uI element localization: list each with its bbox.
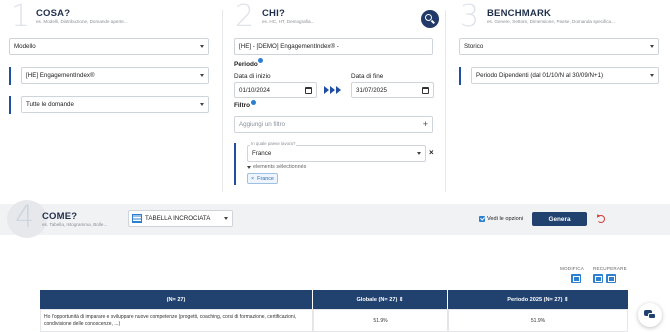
chevron-down-icon: [200, 45, 204, 48]
accent-bar: [459, 67, 461, 85]
table-icon: [132, 214, 142, 223]
chip-label: France: [257, 175, 274, 182]
start-date-input[interactable]: 01/10/2024: [234, 82, 317, 98]
table-cell-global: 51.9%: [313, 309, 448, 332]
calendar-icon[interactable]: [305, 87, 312, 94]
step-subtitle-chi: es. HC, HT, Demografia...: [262, 19, 315, 24]
population-select[interactable]: [HE] - [DEMO] EngagementIndex® -: [234, 38, 433, 55]
step-number-2: 2: [235, 0, 255, 34]
plus-icon[interactable]: +: [423, 119, 428, 129]
column-divider: [445, 10, 446, 192]
table-cell-period: 51.9%: [448, 309, 628, 332]
arrow-right-icon: [330, 86, 335, 94]
step-subtitle-cosa: es. Modelli, Distribuzione, Domande aper…: [36, 19, 128, 24]
start-date-value: 01/10/2024: [239, 86, 270, 94]
step-title-chi: CHI?: [262, 8, 285, 19]
options-checkbox[interactable]: [479, 216, 485, 222]
end-date-input[interactable]: 31/07/2025: [351, 82, 434, 98]
edit-icon[interactable]: [571, 274, 581, 283]
country-select[interactable]: France: [247, 145, 426, 162]
benchmark-period-value: Periodo Dipendenti (dal 01/10/N al 30/09…: [476, 72, 604, 79]
column-divider: [222, 10, 223, 192]
step-number-1: 1: [11, 0, 31, 34]
filter-label: Filtro: [234, 102, 250, 109]
step-number-3: 3: [460, 0, 480, 34]
calendar-icon[interactable]: [422, 87, 429, 94]
end-date-label: Data di fine: [351, 73, 384, 80]
index-select[interactable]: [HE] EngagementIndex®: [21, 67, 209, 84]
add-filter-input[interactable]: Aggiungi un filtro +: [234, 116, 433, 133]
step-title-come: COME?: [42, 211, 78, 222]
selected-count-label: elements sélectionnés: [253, 164, 307, 170]
questions-select[interactable]: Tutte le domande: [21, 96, 209, 113]
generate-button[interactable]: Genera: [532, 212, 587, 226]
start-date-label: Data di inizio: [234, 73, 271, 80]
country-select-value: France: [252, 150, 272, 157]
step-subtitle-come: es. Tabella, Istogramma, Bolle...: [42, 222, 108, 227]
search-icon-handle: [431, 19, 435, 24]
step-number-4: 4: [15, 200, 35, 235]
info-icon[interactable]: [251, 100, 256, 105]
step-subtitle-benchmark: es. Genere, Settore, Dimensione, Paese, …: [487, 19, 615, 24]
search-button[interactable]: [421, 10, 439, 28]
options-label[interactable]: Vedi le opzioni: [487, 216, 523, 222]
table-header-label: (N= 27): [40, 290, 313, 309]
end-date-value: 31/07/2025: [356, 86, 387, 94]
reset-icon[interactable]: [597, 215, 605, 223]
arrow-right-icon: [324, 86, 329, 94]
chevron-down-icon: [200, 103, 204, 106]
step-title-benchmark: BENCHMARK: [487, 8, 552, 19]
chat-button[interactable]: [638, 303, 662, 327]
step-title-cosa: COSA?: [36, 8, 71, 19]
chevron-down-icon: [650, 74, 654, 77]
chat-icon-secondary: [648, 313, 656, 319]
model-select[interactable]: Modello: [9, 38, 209, 55]
chevron-down-icon: [650, 45, 654, 48]
view-type-select[interactable]: TABELLA INCROCIATA: [128, 210, 233, 227]
table-header-period[interactable]: Periodo 2025 (N= 27) ⇕: [448, 290, 628, 309]
collapse-caret-icon[interactable]: [247, 166, 251, 169]
chevron-down-icon: [224, 217, 228, 220]
benchmark-select[interactable]: Storico: [459, 38, 659, 55]
export-icon[interactable]: [606, 274, 616, 283]
country-chip[interactable]: × France: [247, 173, 278, 184]
benchmark-select-value: Storico: [464, 43, 484, 50]
period-label: Periodo: [234, 61, 258, 68]
table-header-global[interactable]: Globale (N= 27) ⇕: [313, 290, 448, 309]
arrow-right-icon: [336, 86, 341, 94]
view-type-value: TABELLA INCROCIATA: [145, 215, 211, 222]
table-row-label: Ho l'opportunità di imparare e sviluppar…: [40, 309, 313, 332]
info-icon[interactable]: [258, 58, 263, 63]
model-select-value: Modello: [14, 43, 36, 50]
chevron-down-icon: [417, 152, 421, 155]
benchmark-period-select[interactable]: Periodo Dipendenti (dal 01/10/N al 30/09…: [471, 67, 659, 84]
modify-label: MODIFICA: [560, 266, 585, 271]
add-filter-placeholder: Aggiungi un filtro: [239, 121, 286, 128]
accent-bar: [234, 143, 236, 185]
accent-bar: [9, 96, 11, 114]
clear-filter-icon[interactable]: ×: [429, 148, 434, 157]
population-select-value: [HE] - [DEMO] EngagementIndex® -: [239, 43, 339, 50]
country-field-label: In quale paese lavora?: [250, 141, 297, 146]
questions-select-value: Tutte le domande: [26, 101, 74, 108]
chip-remove-icon[interactable]: ×: [251, 176, 254, 182]
recover-label: RECUPERARE: [593, 266, 627, 271]
chevron-down-icon: [200, 74, 204, 77]
accent-bar: [9, 67, 11, 85]
save-icon[interactable]: [593, 274, 603, 283]
index-select-value: [HE] EngagementIndex®: [26, 72, 95, 79]
play-arrows-icon: [324, 86, 341, 94]
